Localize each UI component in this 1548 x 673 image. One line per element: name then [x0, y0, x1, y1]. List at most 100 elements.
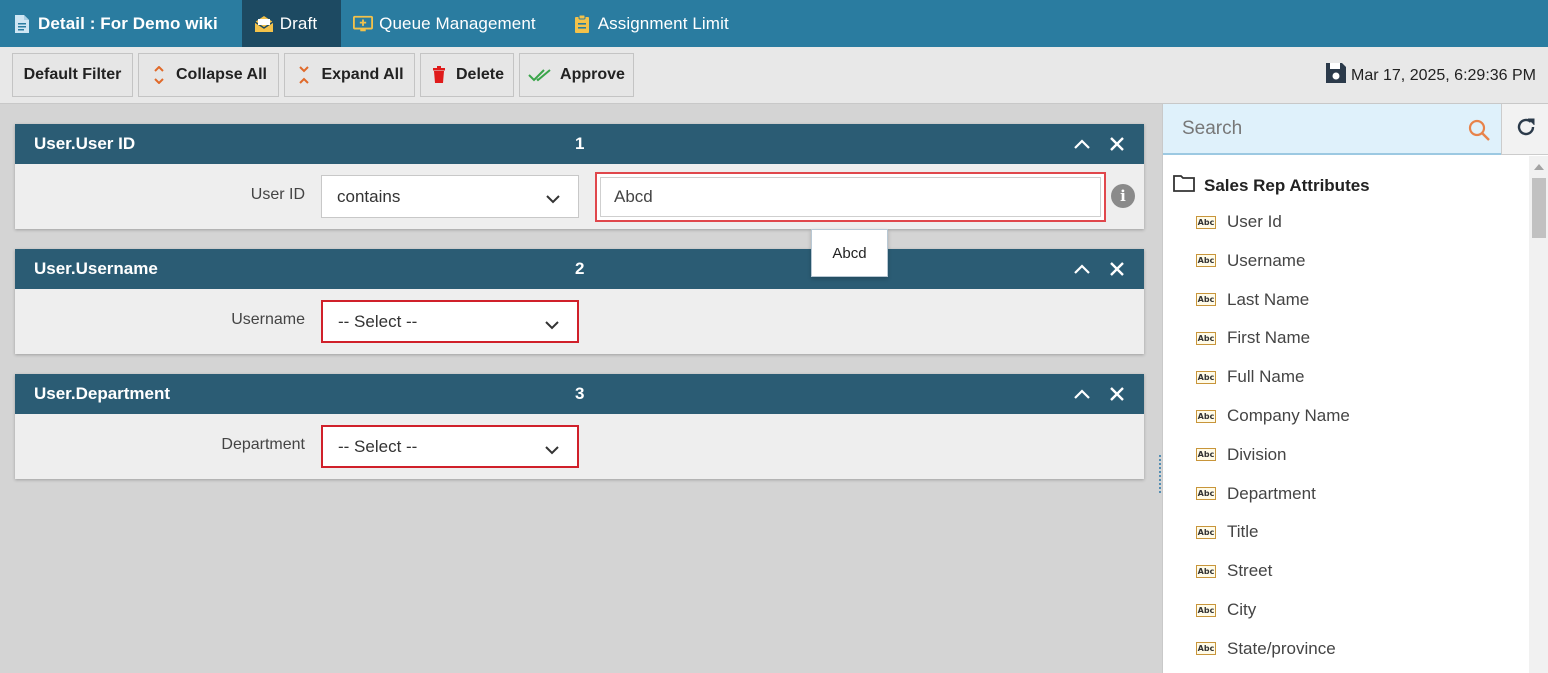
text-attribute-icon: Abc	[1196, 331, 1216, 345]
text-attribute-icon: Abc	[1196, 448, 1216, 462]
text-attribute-icon: Abc	[1196, 487, 1216, 501]
tree-attribute-label: Full Name	[1227, 367, 1305, 387]
attribute-tree: Sales Rep Attributes Abc User Id Abc Userna…	[1163, 156, 1529, 673]
delete-button[interactable]: Delete	[420, 53, 514, 97]
tab-bar: Detail : For Demo wiki Draft Queue Manag…	[0, 0, 1548, 47]
tree-attribute-item[interactable]: Abc Full Name	[1196, 367, 1304, 387]
delete-label: Delete	[455, 66, 505, 83]
tree-attribute-label: Company Name	[1227, 406, 1350, 425]
tree-attribute-item[interactable]: Abc Department	[1196, 484, 1316, 504]
close-icon[interactable]	[1105, 257, 1129, 281]
chevron-down-icon	[545, 315, 559, 335]
suggestion-text: Abcd	[832, 244, 867, 262]
chevron-up-icon[interactable]	[1070, 382, 1094, 406]
field-label: User ID	[250, 186, 305, 203]
attributes-panel: Search Sales Rep Attributes Abc User Id Ab…	[1162, 104, 1548, 673]
tree-attribute-label: Username	[1227, 250, 1306, 270]
tree-attribute-item[interactable]: Abc Username	[1196, 251, 1305, 271]
tab-draft-label: Draft	[279, 13, 318, 33]
envelope-open-icon	[254, 14, 274, 34]
tree-attribute-item[interactable]: Abc Company Name	[1196, 406, 1350, 426]
text-attribute-icon: Abc	[1196, 409, 1216, 423]
text-attribute-icon: Abc	[1196, 293, 1216, 307]
filter-card-body: Username -- Select --	[15, 289, 1144, 354]
refresh-icon	[1515, 116, 1537, 143]
collapse-all-button[interactable]: Collapse All	[138, 53, 279, 97]
default-filter-button[interactable]: Default Filter	[12, 53, 133, 97]
info-icon[interactable]: i	[1111, 184, 1135, 208]
monitor-plus-icon	[353, 14, 374, 34]
tree-attribute-label: Department	[1227, 483, 1316, 503]
username-select-value: -- Select --	[338, 311, 418, 331]
search-placeholder: Search	[1182, 117, 1243, 139]
approve-button[interactable]: Approve	[519, 53, 634, 97]
tree-attribute-item[interactable]: Abc User Id	[1196, 212, 1282, 232]
expand-icon	[295, 66, 313, 84]
splitter-grip[interactable]	[1159, 454, 1161, 494]
folder-icon	[1173, 174, 1195, 197]
scroll-up-arrow[interactable]	[1534, 164, 1544, 170]
search-icon[interactable]	[1467, 118, 1491, 148]
tree-scrollbar[interactable]	[1529, 156, 1548, 673]
expand-all-button[interactable]: Expand All	[284, 53, 415, 97]
username-select[interactable]: -- Select --	[321, 300, 579, 343]
field-label: Username	[231, 311, 305, 328]
filter-card-header: User.User ID 1	[15, 124, 1144, 164]
tree-attribute-label: Title	[1227, 522, 1259, 542]
operator-select[interactable]: contains	[321, 175, 579, 218]
tree-attribute-item[interactable]: Abc State/province	[1196, 639, 1336, 659]
filter-card-title: User.Username	[34, 259, 158, 278]
filter-card-username: User.Username 2 Username -- Select --	[15, 249, 1144, 354]
tab-assignment-limit[interactable]: Assignment Limit	[560, 0, 753, 47]
search-input[interactable]: Search	[1163, 104, 1501, 155]
operator-value: contains	[337, 186, 401, 206]
expand-all-label: Expand All	[321, 66, 404, 83]
refresh-button[interactable]	[1501, 104, 1548, 155]
trash-icon	[430, 66, 448, 84]
tree-attribute-item[interactable]: Abc Division	[1196, 445, 1287, 465]
collapse-icon	[150, 66, 168, 84]
save-icon	[1325, 62, 1347, 89]
tree-folder[interactable]: Sales Rep Attributes	[1173, 174, 1370, 197]
approve-label: Approve	[560, 66, 625, 83]
chevron-down-icon	[546, 189, 560, 209]
text-attribute-icon: Abc	[1196, 370, 1216, 384]
filter-card-user-id: User.User ID 1 User ID contains Abcd i	[15, 124, 1144, 229]
tree-attribute-label: User Id	[1227, 212, 1282, 231]
timestamp-text: Mar 17, 2025, 6:29:36 PM	[1351, 66, 1536, 84]
filter-area: User.User ID 1 User ID contains Abcd i U…	[0, 104, 1158, 673]
filter-card-header: User.Username 2	[15, 249, 1144, 289]
document-icon	[12, 14, 32, 34]
tree-attribute-label: Street	[1227, 561, 1273, 581]
scroll-thumb[interactable]	[1532, 178, 1546, 238]
collapse-all-label: Collapse All	[176, 66, 267, 83]
double-check-icon	[528, 66, 552, 84]
filter-card-body: Department -- Select --	[15, 414, 1144, 479]
tree-attribute-item[interactable]: Abc Last Name	[1196, 290, 1309, 310]
tab-detail-label: Detail : For Demo wiki	[38, 13, 218, 33]
clipboard-icon	[572, 14, 592, 34]
chevron-up-icon[interactable]	[1070, 132, 1094, 156]
user-id-value-input[interactable]: Abcd	[595, 172, 1106, 222]
tree-attribute-item[interactable]: Abc City	[1196, 600, 1256, 620]
text-attribute-icon: Abc	[1196, 215, 1216, 229]
department-select[interactable]: -- Select --	[321, 425, 579, 468]
tab-detail[interactable]: Detail : For Demo wiki	[0, 0, 242, 47]
tab-assignment-limit-label: Assignment Limit	[597, 13, 729, 33]
autocomplete-suggestion[interactable]: Abcd	[811, 229, 888, 277]
close-icon[interactable]	[1105, 132, 1129, 156]
close-icon[interactable]	[1105, 382, 1129, 406]
tab-draft[interactable]: Draft	[241, 0, 342, 47]
filter-card-body: User ID contains Abcd i	[15, 164, 1144, 229]
user-id-value-text: Abcd	[600, 177, 1101, 217]
tab-queue-management[interactable]: Queue Management	[341, 0, 560, 47]
tree-attribute-label: State/province	[1227, 638, 1336, 658]
tree-attribute-label: Division	[1227, 444, 1287, 464]
tree-attribute-item[interactable]: Abc Street	[1196, 561, 1272, 581]
default-filter-label: Default Filter	[23, 66, 122, 83]
chevron-up-icon[interactable]	[1070, 257, 1094, 281]
tree-attribute-item[interactable]: Abc First Name	[1196, 328, 1310, 348]
filter-card-number: 1	[575, 134, 585, 153]
text-attribute-icon: Abc	[1196, 525, 1216, 539]
tree-attribute-item[interactable]: Abc Title	[1196, 522, 1259, 542]
